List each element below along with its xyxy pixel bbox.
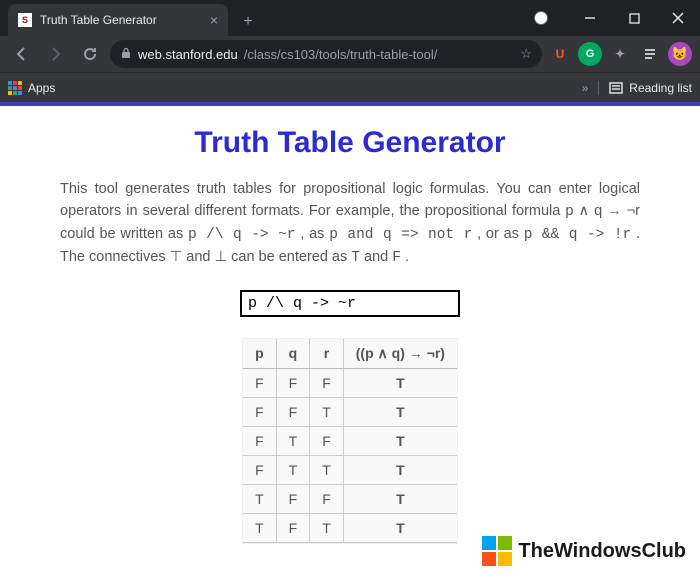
table-cell: T <box>276 455 310 484</box>
table-header-cell: r <box>310 339 344 369</box>
table-cell: T <box>243 513 276 542</box>
reload-button[interactable] <box>76 40 104 68</box>
table-cell: T <box>276 426 310 455</box>
table-cell: T <box>310 397 344 426</box>
reading-list-button[interactable]: Reading list <box>598 81 692 95</box>
tab-title: Truth Table Generator <box>40 13 204 27</box>
truth-table: pqr((p ∧ q) → ¬r) FFFTFFTTFTFTFTTTTFFTTF… <box>243 339 457 543</box>
favicon-icon: S <box>18 13 32 27</box>
table-row: FTFT <box>243 426 457 455</box>
bookmarks-bar: Apps » Reading list <box>0 72 700 102</box>
close-window-button[interactable] <box>656 3 700 33</box>
intro-paragraph: This tool generates truth tables for pro… <box>60 178 640 270</box>
table-header-cell: ((p ∧ q) → ¬r) <box>343 339 457 369</box>
browser-tab[interactable]: S Truth Table Generator × <box>8 4 228 36</box>
minimize-button[interactable] <box>568 3 612 33</box>
table-cell: F <box>310 368 344 397</box>
apps-label: Apps <box>28 81 55 95</box>
intro-code: p /\ q -> ~r <box>188 227 295 243</box>
window-titlebar: S Truth Table Generator × + <box>0 0 700 36</box>
table-row: FFTT <box>243 397 457 426</box>
table-header-cell: p <box>243 339 276 369</box>
intro-code: p && q -> !r <box>524 227 631 243</box>
table-cell: T <box>343 368 457 397</box>
table-cell: F <box>243 397 276 426</box>
apps-grid-icon <box>8 81 22 95</box>
intro-text: . <box>405 249 409 265</box>
table-row: TFFT <box>243 484 457 513</box>
table-cell: T <box>343 397 457 426</box>
window-controls <box>534 0 700 36</box>
table-cell: F <box>243 368 276 397</box>
overflow-chevron-icon[interactable]: » <box>582 81 589 95</box>
page-content: Truth Table Generator This tool generate… <box>0 106 700 580</box>
formula-input[interactable] <box>240 290 460 317</box>
table-row: FTTT <box>243 455 457 484</box>
lock-icon <box>120 47 132 62</box>
table-cell: T <box>243 484 276 513</box>
url-path: /class/cs103/tools/truth-table-tool/ <box>244 47 438 62</box>
table-cell: T <box>343 426 457 455</box>
intro-code: F <box>392 250 401 266</box>
apps-button[interactable]: Apps <box>8 81 55 95</box>
browser-toolbar: web.stanford.edu/class/cs103/tools/truth… <box>0 36 700 72</box>
reading-list-label: Reading list <box>629 81 692 95</box>
back-button[interactable] <box>8 40 36 68</box>
toolbar-more-icon[interactable] <box>638 42 662 66</box>
intro-code: p and q => not r <box>329 227 472 243</box>
reading-list-icon <box>609 81 623 95</box>
new-tab-button[interactable]: + <box>234 8 262 36</box>
table-cell: F <box>276 368 310 397</box>
table-row: TFTT <box>243 513 457 542</box>
extension-g-icon[interactable]: G <box>578 42 602 66</box>
extensions-puzzle-icon[interactable]: ✦ <box>608 42 632 66</box>
page-title: Truth Table Generator <box>0 126 700 160</box>
table-row: FFFT <box>243 368 457 397</box>
table-header-row: pqr((p ∧ q) → ¬r) <box>243 339 457 369</box>
bookmark-star-icon[interactable]: ☆ <box>520 46 532 62</box>
table-cell: T <box>343 484 457 513</box>
intro-text: , or as <box>477 226 524 242</box>
table-cell: F <box>276 397 310 426</box>
maximize-button[interactable] <box>612 3 656 33</box>
profile-avatar[interactable]: 😺 <box>668 42 692 66</box>
table-cell: F <box>243 455 276 484</box>
table-cell: F <box>243 426 276 455</box>
address-bar[interactable]: web.stanford.edu/class/cs103/tools/truth… <box>110 40 542 68</box>
extension-u-icon[interactable]: U <box>548 42 572 66</box>
chrome-account-indicator-icon[interactable] <box>534 11 548 25</box>
table-cell: F <box>276 484 310 513</box>
table-cell: F <box>310 484 344 513</box>
close-tab-icon[interactable]: × <box>210 12 218 28</box>
forward-button[interactable] <box>42 40 70 68</box>
intro-text: , as <box>300 226 329 242</box>
table-cell: F <box>310 426 344 455</box>
intro-text: and <box>364 249 392 265</box>
intro-code: T <box>351 250 360 266</box>
url-domain: web.stanford.edu <box>138 47 238 62</box>
table-cell: T <box>343 513 457 542</box>
table-header-cell: q <box>276 339 310 369</box>
table-cell: T <box>310 513 344 542</box>
table-cell: T <box>310 455 344 484</box>
table-cell: T <box>343 455 457 484</box>
table-cell: F <box>276 513 310 542</box>
